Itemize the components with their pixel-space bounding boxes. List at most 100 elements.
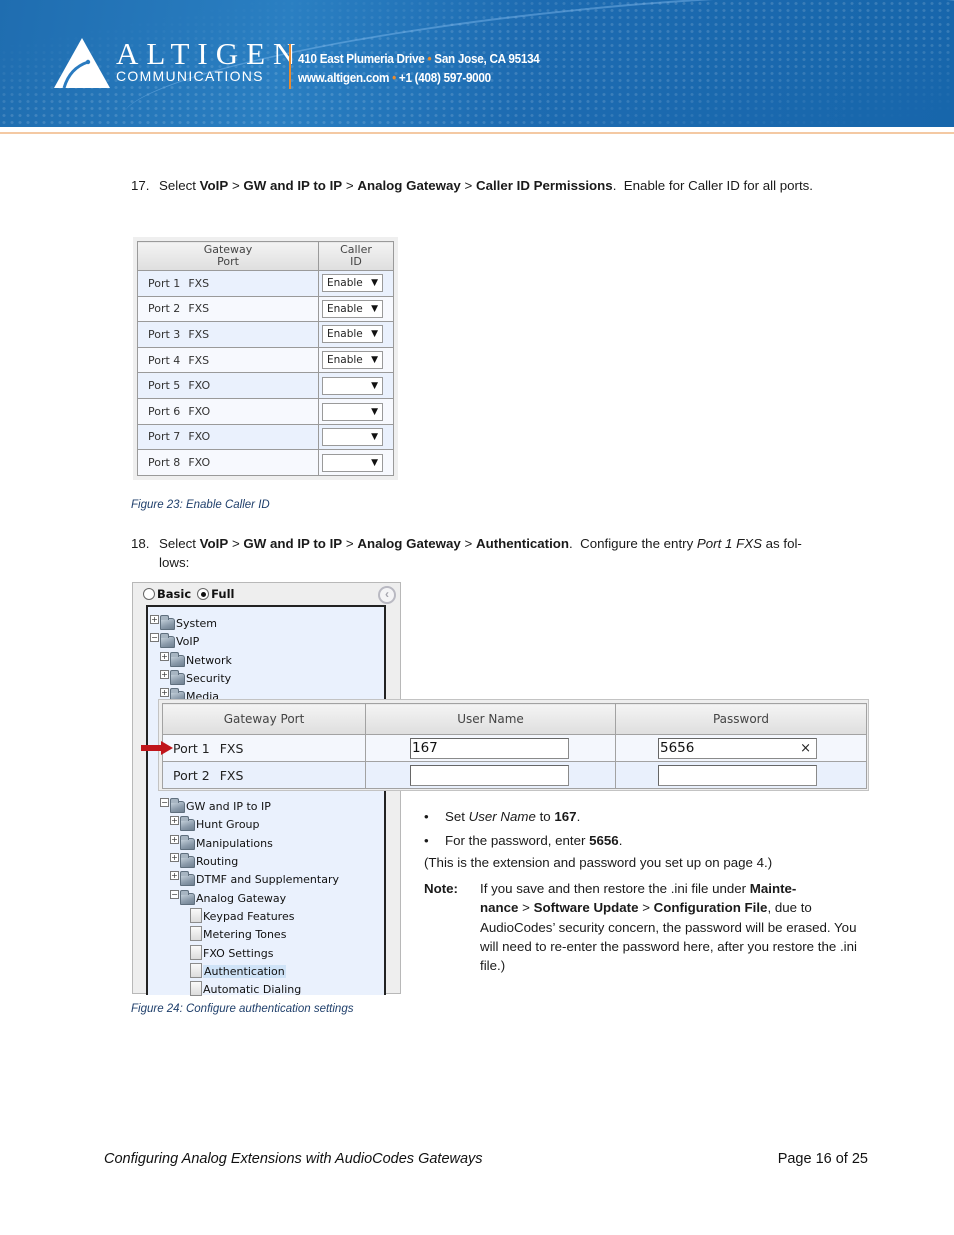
extension-note: (This is the extension and password you … [424,855,773,870]
tree-item-label: Authentication [203,965,286,978]
expand-icon[interactable]: + [170,816,179,825]
address-city: San Jose, CA 95134 [434,51,540,66]
page-icon [190,963,202,978]
collapse-icon[interactable]: − [150,633,159,642]
folder-icon [180,890,195,905]
note-body: If you save and then restore the .ini fi… [480,881,857,974]
user-name-input[interactable]: 167 [410,737,569,759]
table-row: Port 1 FXS Enable ▼ [137,270,394,297]
tree-item[interactable]: + Routing [170,852,238,868]
logo-divider [289,44,291,89]
altigen-logo-icon [54,38,110,88]
tree-item[interactable]: + DTMF and Supplementary [170,870,339,886]
tree-item[interactable]: Keypad Features [190,907,294,923]
menu-path-item: Analog Gateway [357,536,461,551]
radio-full[interactable] [197,588,210,600]
column-header-gateway-port: Gateway Port [137,241,319,271]
expand-icon[interactable]: + [170,835,179,844]
dropdown-arrow-icon: ▼ [371,355,378,366]
tree-item[interactable]: − GW and IP to IP [160,797,271,813]
table-row: Port 7 FXO ▼ [137,423,394,451]
folder-icon [160,633,175,648]
password-input[interactable]: 5656 × [658,737,817,759]
caller-id-dropdown[interactable]: Enable ▼ [322,274,383,293]
tree-item-label: Analog Gateway [196,892,287,905]
tree-item[interactable]: + Network [160,651,232,667]
caller-id-dropdown[interactable]: Enable ▼ [322,299,383,318]
caller-id-dropdown[interactable]: ▼ [322,402,383,421]
tree-item-label: Keypad Features [203,910,295,923]
table-row: Port 4 FXS Enable ▼ [137,346,394,374]
expand-icon[interactable]: + [170,871,179,880]
caller-id-screenshot: Gateway Port Caller ID Port 1 FXS Enable ▼ Por… [133,237,398,480]
radio-basic[interactable] [143,588,155,600]
bullet-icon: • [424,832,429,848]
password-input[interactable] [658,764,817,786]
expand-icon[interactable]: + [160,652,169,661]
figure-24-caption: Figure 24: Configure authentication sett… [131,1003,354,1015]
tree-item[interactable]: + Security [160,669,231,685]
caller-id-dropdown[interactable]: Enable ▼ [322,325,383,344]
menu-path-item: VoIP [199,536,229,551]
tree-item[interactable]: + Manipulations [170,834,273,850]
authentication-table-screenshot: Gateway Port User Name Password Port 1 FX… [158,699,869,791]
tree-item-label: FXO Settings [203,947,274,960]
tree-item[interactable]: Authentication [190,962,286,978]
expand-icon[interactable]: + [160,670,169,679]
caller-id-dropdown[interactable]: ▼ [322,453,383,472]
tree-item[interactable]: + Hunt Group [170,815,260,831]
gateway-port-cell: Port 7 FXO [137,423,319,451]
tree-item-label: Routing [196,855,239,868]
column-header-password: Password [615,703,867,735]
tree-item-label: Metering Tones [203,928,287,941]
address-street: 410 East Plumeria Drive [298,51,425,66]
collapse-icon[interactable]: − [170,890,179,899]
instruction-bullets: • Set User Name to 167. • For the passwo… [424,804,622,852]
expand-icon[interactable]: + [170,853,179,862]
radio-full-label: Full [211,587,235,601]
folder-icon [180,871,195,886]
folder-icon [160,615,175,630]
tree-item[interactable]: Metering Tones [190,925,286,941]
page-icon [190,945,202,960]
tree-item-label: System [176,617,218,630]
dropdown-arrow-icon: ▼ [371,303,378,314]
navigation-tree: + System − VoIP + Network + Security + Media − GW a… [146,605,386,996]
tree-item[interactable]: FXO Settings [190,944,273,960]
tree-item[interactable]: + System [150,614,217,630]
menu-path-item: GW and IP to IP [243,536,343,551]
column-header-caller-id: Caller ID [318,241,394,271]
caller-id-dropdown[interactable]: ▼ [322,428,383,447]
tree-item[interactable]: − Analog Gateway [170,889,286,905]
tree-item-label: Network [186,654,232,667]
gateway-port-cell: Port 4 FXS [137,346,319,374]
caller-id-dropdown[interactable]: ▼ [322,377,383,396]
table-row: Port 6 FXO ▼ [137,397,394,425]
tree-item-label: Security [186,672,232,685]
table-row: Port 2 FXS Enable ▼ [137,295,394,323]
clear-icon[interactable]: × [800,741,811,756]
page-icon [190,908,202,923]
collapse-icon[interactable]: − [160,798,169,807]
folder-icon [180,853,195,868]
contact-line: www.altigen.com • +1 (408) 597-9000 [298,70,491,85]
tree-item[interactable]: − VoIP [150,632,199,648]
caller-id-dropdown[interactable]: Enable ▼ [322,351,383,370]
step-number: 18. [131,536,150,551]
footer-document-title: Configuring Analog Extensions with Audio… [104,1151,483,1167]
tree-item[interactable]: Automatic Dialing [190,980,301,996]
dropdown-arrow-icon: ▼ [371,278,378,289]
gateway-port-cell: Port 8 FXO [137,449,319,476]
expand-icon[interactable]: + [150,615,159,624]
dropdown-arrow-icon: ▼ [371,432,378,443]
collapse-panel-button[interactable]: ‹ [378,586,396,604]
table-row: Port 2 FXS [162,761,867,789]
website-link[interactable]: www.altigen.com [298,70,389,85]
menu-path-item: VoIP [199,178,229,193]
user-name-input[interactable] [410,764,569,786]
page-icon [190,926,202,941]
folder-icon [180,816,195,831]
folder-icon [170,798,185,813]
table-row: Port 8 FXO ▼ [137,449,394,476]
expand-icon[interactable]: + [160,688,169,697]
